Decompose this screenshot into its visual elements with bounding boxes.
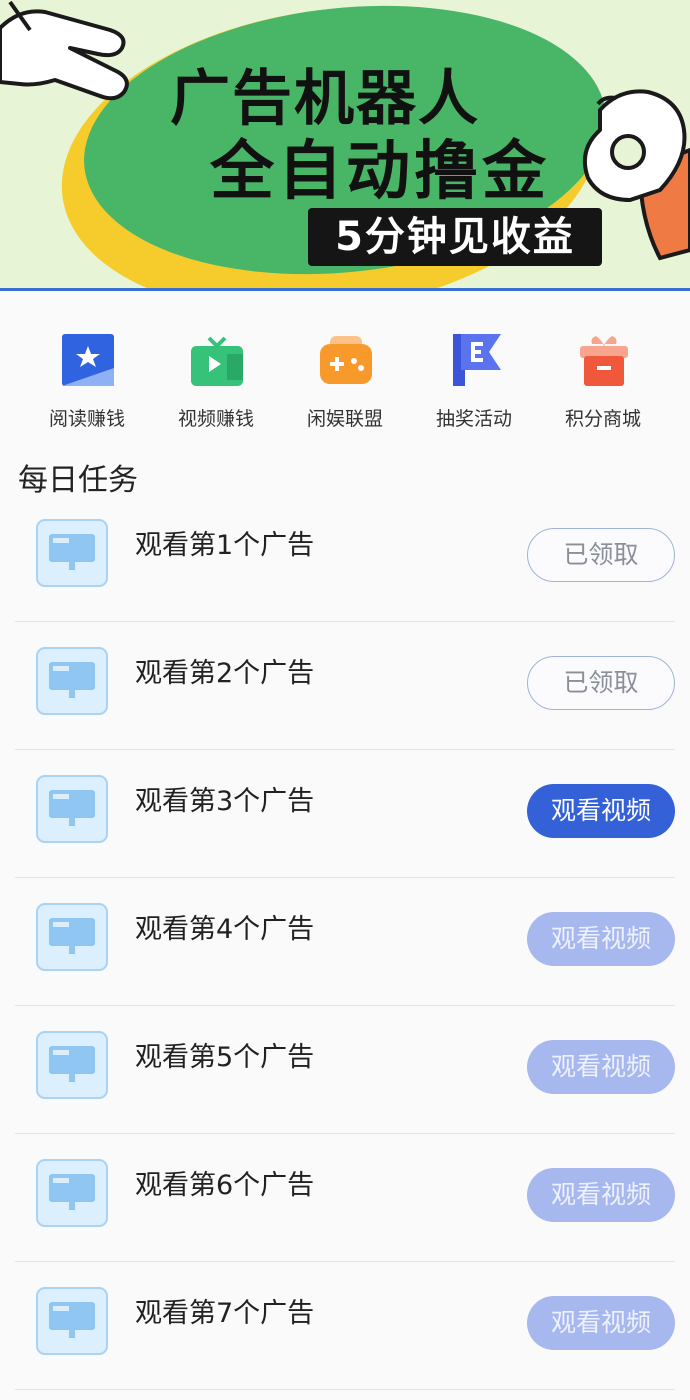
task-label: 观看第1个广告 — [135, 530, 315, 561]
task-label: 观看第4个广告 — [135, 914, 315, 945]
banner-badge: 5分钟见收益 — [308, 208, 602, 266]
tv-play-icon — [191, 336, 243, 386]
ad-thumbnail-icon — [36, 519, 108, 587]
watch-video-button[interactable]: 观看视频 — [527, 784, 675, 838]
watch-video-button[interactable]: 观看视频 — [527, 1168, 675, 1222]
banner-title-line2: 全自动撸金 — [210, 135, 550, 209]
nav-item-leisure-alliance[interactable]: 闲娱联盟 — [280, 320, 410, 440]
daily-tasks-title: 每日任务 — [18, 463, 138, 498]
watch-video-button[interactable]: 观看视频 — [527, 1296, 675, 1350]
promo-banner[interactable]: 广告机器人 全自动撸金 5分钟见收益 — [0, 0, 690, 289]
claimed-button[interactable]: 已领取 — [527, 528, 675, 582]
nav-item-video-earn[interactable]: 视频赚钱 — [151, 320, 281, 440]
gamepad-icon — [320, 336, 372, 384]
banner-divider — [0, 288, 690, 291]
task-row: 观看第3个广告 观看视频 — [15, 750, 675, 878]
task-label: 观看第2个广告 — [135, 658, 315, 689]
book-star-icon — [62, 334, 114, 386]
nav-item-read-earn[interactable]: 阅读赚钱 — [22, 320, 152, 440]
task-label: 观看第7个广告 — [135, 1298, 315, 1329]
task-label: 观看第6个广告 — [135, 1170, 315, 1201]
nav-item-lottery[interactable]: 抽奖活动 — [409, 320, 539, 440]
ad-thumbnail-icon — [36, 1031, 108, 1099]
task-row: 观看第2个广告 已领取 — [15, 622, 675, 750]
quick-nav: 阅读赚钱 视频赚钱 闲娱联盟 抽奖活动 积分商城 — [0, 320, 690, 440]
ad-thumbnail-icon — [36, 775, 108, 843]
nav-label: 视频赚钱 — [177, 408, 254, 430]
nav-label: 阅读赚钱 — [48, 408, 125, 430]
claimed-button[interactable]: 已领取 — [527, 656, 675, 710]
task-row: 观看第6个广告 观看视频 — [15, 1134, 675, 1262]
flag-icon — [453, 334, 501, 386]
ad-thumbnail-icon — [36, 903, 108, 971]
task-label: 观看第3个广告 — [135, 786, 315, 817]
nav-label: 积分商城 — [564, 408, 641, 430]
gift-box-icon — [580, 336, 628, 386]
nav-label: 闲娱联盟 — [306, 408, 383, 430]
ad-thumbnail-icon — [36, 1287, 108, 1355]
ad-thumbnail-icon — [36, 1159, 108, 1227]
task-label: 观看第5个广告 — [135, 1042, 315, 1073]
nav-label: 抽奖活动 — [435, 408, 512, 430]
task-row: 观看第4个广告 观看视频 — [15, 878, 675, 1006]
task-row: 观看第5个广告 观看视频 — [15, 1006, 675, 1134]
hand-peace-icon — [0, 0, 129, 101]
ad-thumbnail-icon — [36, 647, 108, 715]
task-row: 观看第1个广告 已领取 — [15, 494, 675, 622]
watch-video-button[interactable]: 观看视频 — [527, 1040, 675, 1094]
nav-item-points-mall[interactable]: 积分商城 — [538, 320, 668, 440]
task-row: 观看第7个广告 观看视频 — [15, 1262, 675, 1390]
watch-video-button[interactable]: 观看视频 — [527, 912, 675, 966]
